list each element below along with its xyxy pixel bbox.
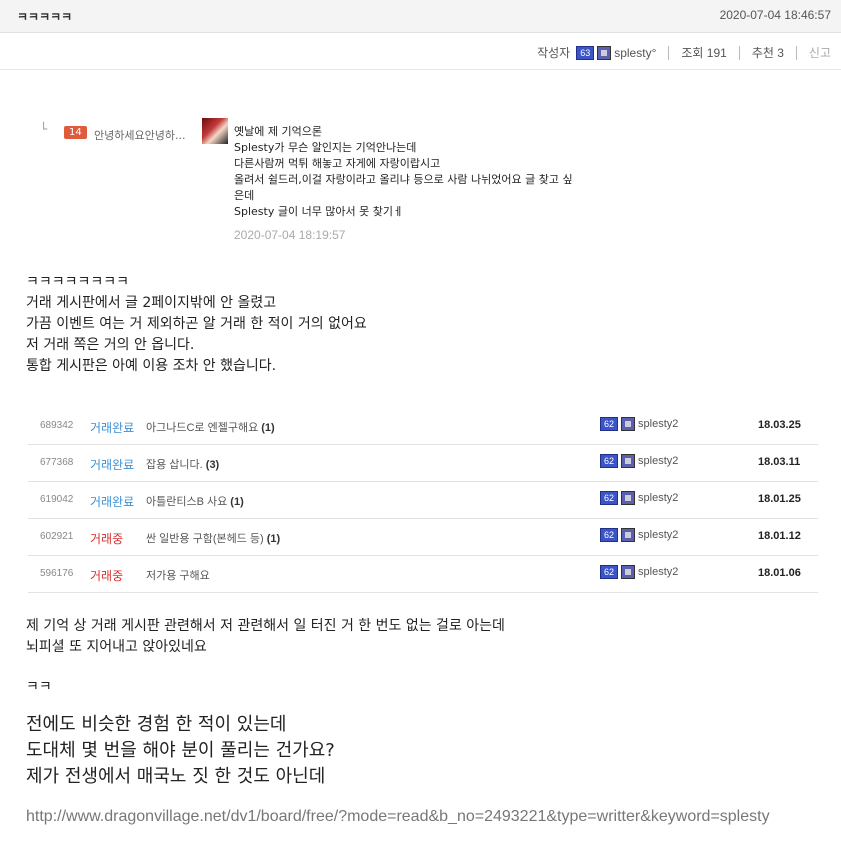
user-avatar-icon: [621, 491, 636, 505]
trade-date: 18.03.11: [758, 456, 801, 468]
user-name: splesty2: [638, 529, 679, 541]
reply-corner-icon: └: [40, 122, 48, 136]
trade-row[interactable]: 689342 거래완료 아그나드C로 엔젤구해요 (1) 62 splesty2 …: [28, 408, 818, 445]
post-body-paragraph-2: 제 기억 상 거래 게시판 관련해서 저 관련해서 일 터진 거 한 번도 없는…: [26, 616, 505, 658]
body-line: ㅋㅋㅋㅋㅋㅋㅋㅋ: [26, 274, 130, 290]
trade-subject[interactable]: 저가용 구해요: [146, 567, 210, 583]
trade-user[interactable]: 62 splesty2: [600, 565, 678, 579]
user-level-badge: 62: [600, 491, 619, 505]
body-line: 제가 전생에서 매국노 짓 한 것도 아닌데: [26, 766, 326, 787]
reply-line: 옛날에 제 기억으론: [234, 125, 322, 138]
user-avatar-icon: [621, 454, 636, 468]
trade-date: 18.01.12: [758, 530, 801, 542]
divider: [738, 45, 740, 60]
report-button[interactable]: 신고: [809, 44, 831, 61]
user-level-badge: 62: [600, 454, 619, 468]
author-name[interactable]: splesty°: [614, 46, 656, 60]
post-body-paragraph-3: ㅋㅋ: [26, 679, 52, 695]
trade-date: 18.01.25: [758, 493, 801, 505]
body-line: 가끔 이벤트 여는 거 제외하곤 알 거래 한 적이 거의 없어요: [26, 316, 367, 332]
user-name: splesty2: [638, 418, 679, 430]
trade-user[interactable]: 62 splesty2: [600, 454, 678, 468]
body-line: 도대체 몇 번을 해야 분이 풀리는 건가요?: [26, 740, 335, 761]
trade-subject[interactable]: 아그나드C로 엔젤구해요 (1): [146, 419, 275, 435]
user-name: splesty2: [638, 566, 679, 578]
divider: [668, 45, 670, 60]
comment-count: (3): [205, 459, 220, 471]
reply-date: 2020-07-04 18:19:57: [234, 228, 346, 242]
trade-user[interactable]: 62 splesty2: [600, 491, 678, 505]
user-avatar-icon: [621, 565, 636, 579]
trade-row[interactable]: 602921 거래중 싼 일반용 구함(본헤드 등) (1) 62 splesty…: [28, 519, 818, 556]
trade-status: 거래완료: [90, 458, 135, 472]
body-line: 저 거래 쪽은 거의 안 옵니다.: [26, 337, 195, 353]
user-name: splesty2: [638, 455, 679, 467]
trade-date: 18.01.06: [758, 567, 801, 579]
trade-status: 거래중: [90, 532, 124, 546]
reply-author-avatar: [202, 118, 228, 144]
divider: [795, 45, 797, 60]
reply-line: 은데: [234, 189, 255, 202]
user-level-badge: 62: [600, 565, 619, 579]
trade-subject[interactable]: 싼 일반용 구함(본헤드 등) (1): [146, 530, 280, 546]
trade-user[interactable]: 62 splesty2: [600, 417, 678, 431]
body-line: 거래 게시판에서 글 2페이지밖에 안 올렸고: [26, 295, 277, 311]
view-count: 조회 191: [681, 46, 727, 60]
post-date: 2020-07-04 18:46:57: [719, 8, 831, 22]
body-line: 전에도 비슷한 경험 한 적이 있는데: [26, 714, 287, 735]
user-level-badge: 62: [600, 417, 619, 431]
source-link[interactable]: http://www.dragonvillage.net/dv1/board/f…: [26, 808, 770, 826]
trade-number: 602921: [40, 531, 74, 542]
author-level-badge: 63: [576, 45, 595, 60]
trade-subject[interactable]: 아틀란티스B 사요 (1): [146, 493, 244, 509]
reply-text: 옛날에 제 기억으론 Splesty가 무슨 알인지는 기억안나는데 다른사람꺼…: [234, 124, 674, 220]
user-name: splesty2: [638, 492, 679, 504]
post-meta-bar: 작성자 63 splesty° 조회 191 추천 3 신고: [0, 34, 841, 70]
trade-number: 619042: [40, 494, 74, 505]
comment-count: (1): [261, 422, 275, 434]
user-avatar-icon: [621, 417, 636, 431]
trade-status: 거래완료: [90, 421, 135, 435]
trade-number: 596176: [40, 568, 74, 579]
user-level-badge: 62: [600, 528, 619, 542]
author-avatar-icon: [597, 45, 612, 60]
post-body-paragraph-4: 전에도 비슷한 경험 한 적이 있는데 도대체 몇 번을 해야 분이 풀리는 건…: [26, 712, 335, 790]
trade-subject[interactable]: 잡용 삽니다. (3): [146, 456, 219, 472]
trade-user[interactable]: 62 splesty2: [600, 528, 678, 542]
trade-date: 18.03.25: [758, 419, 801, 431]
post-header: ㅋㅋㅋㅋㅋ 2020-07-04 18:46:57: [0, 0, 841, 33]
reply-level-badge: 14: [64, 126, 87, 139]
body-line: 뇌피셜 또 지어내고 앉아있네요: [26, 639, 207, 655]
trade-row[interactable]: 619042 거래완료 아틀란티스B 사요 (1) 62 splesty2 18.…: [28, 482, 818, 519]
reply-line: 올려서 쉴드러,이걸 자랑이라고 올리냐 등으로 사람 나뉘었어요 글 찾고 싶: [234, 173, 573, 186]
user-avatar-icon: [621, 528, 636, 542]
post-meta: 작성자 63 splesty° 조회 191 추천 3 신고: [537, 44, 831, 61]
trade-number: 677368: [40, 457, 74, 468]
trade-list: 689342 거래완료 아그나드C로 엔젤구해요 (1) 62 splesty2 …: [28, 408, 818, 593]
post-title: ㅋㅋㅋㅋㅋ: [17, 10, 73, 24]
trade-status: 거래완료: [90, 495, 135, 509]
reply-line: Splesty 글이 너무 많아서 못 찾기ㅔ: [234, 205, 404, 218]
author-label: 작성자: [537, 46, 571, 60]
trade-status: 거래중: [90, 569, 124, 583]
trade-row[interactable]: 596176 거래중 저가용 구해요 62 splesty2 18.01.06: [28, 556, 818, 593]
body-line: 제 기억 상 거래 게시판 관련해서 저 관련해서 일 터진 거 한 번도 없는…: [26, 618, 505, 634]
reply-line: Splesty가 무슨 알인지는 기억안나는데: [234, 141, 417, 154]
reply-line: 다른사람꺼 먹튀 해놓고 자게에 자랑이랍시고: [234, 157, 441, 170]
reply-author-name[interactable]: 안녕하세요안녕하...: [94, 127, 185, 143]
trade-row[interactable]: 677368 거래완료 잡용 삽니다. (3) 62 splesty2 18.03…: [28, 445, 818, 482]
recommend-count[interactable]: 추천 3: [752, 44, 784, 61]
body-line: 통합 게시판은 아예 이용 조차 안 했습니다.: [26, 358, 277, 374]
post-body-paragraph-1: ㅋㅋㅋㅋㅋㅋㅋㅋ 거래 게시판에서 글 2페이지밖에 안 올렸고 가끔 이벤트 …: [26, 272, 367, 377]
comment-count: (1): [230, 496, 244, 508]
trade-number: 689342: [40, 420, 74, 431]
comment-count: (1): [266, 533, 281, 545]
